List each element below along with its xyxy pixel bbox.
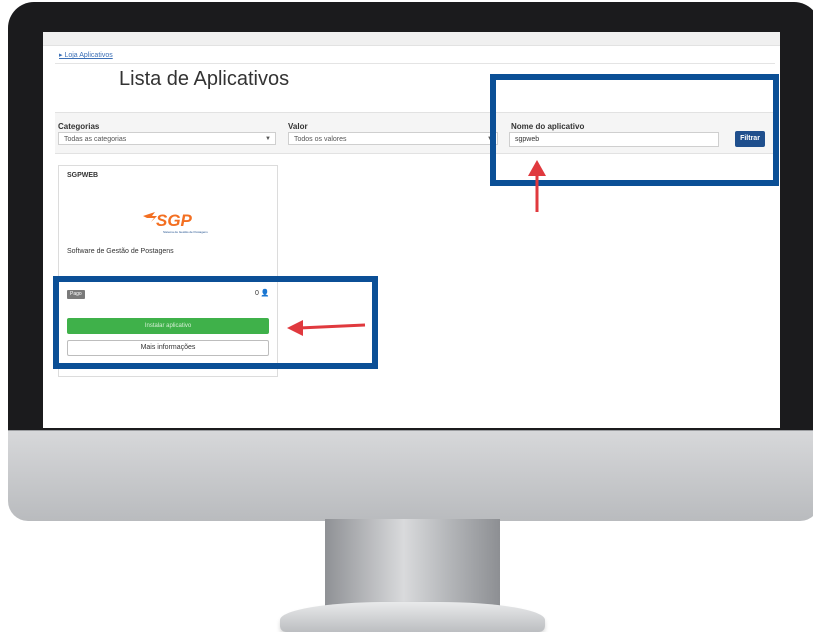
app-card-title: SGPWEB	[67, 172, 99, 179]
monitor-chin	[8, 430, 813, 521]
breadcrumb-marker: ▸	[59, 52, 63, 59]
arrow-up-icon	[528, 160, 546, 212]
arrow-left-icon	[287, 320, 366, 336]
value-select[interactable]: Todos os valores ▼	[288, 132, 498, 145]
sgp-logo: SGP Sistema de Gestão de Postagens	[143, 211, 208, 234]
breadcrumb-link[interactable]: Loja Aplicativos	[64, 52, 112, 59]
chevron-down-icon: ▼	[265, 136, 271, 142]
sgp-logo-subtitle: Sistema de Gestão de Postagens	[163, 230, 208, 234]
browser-top-bar	[43, 32, 780, 46]
app-card-description: Software de Gestão de Postagens	[67, 248, 174, 255]
page-title: Lista de Aplicativos	[119, 68, 290, 90]
monitor-stand-base	[280, 602, 545, 632]
breadcrumb[interactable]: ▸ Loja Aplicativos	[59, 51, 113, 59]
monitor-stand-neck	[325, 519, 500, 614]
value-select-value: Todos os valores	[294, 136, 347, 143]
sgp-logo-text: SGP	[156, 211, 193, 230]
value-label: Valor	[288, 122, 308, 131]
categories-select-value: Todas as categorias	[64, 136, 127, 143]
categories-select[interactable]: Todas as categorias ▼	[58, 132, 276, 145]
categories-label: Categorias	[58, 122, 100, 131]
header-divider	[55, 63, 775, 64]
